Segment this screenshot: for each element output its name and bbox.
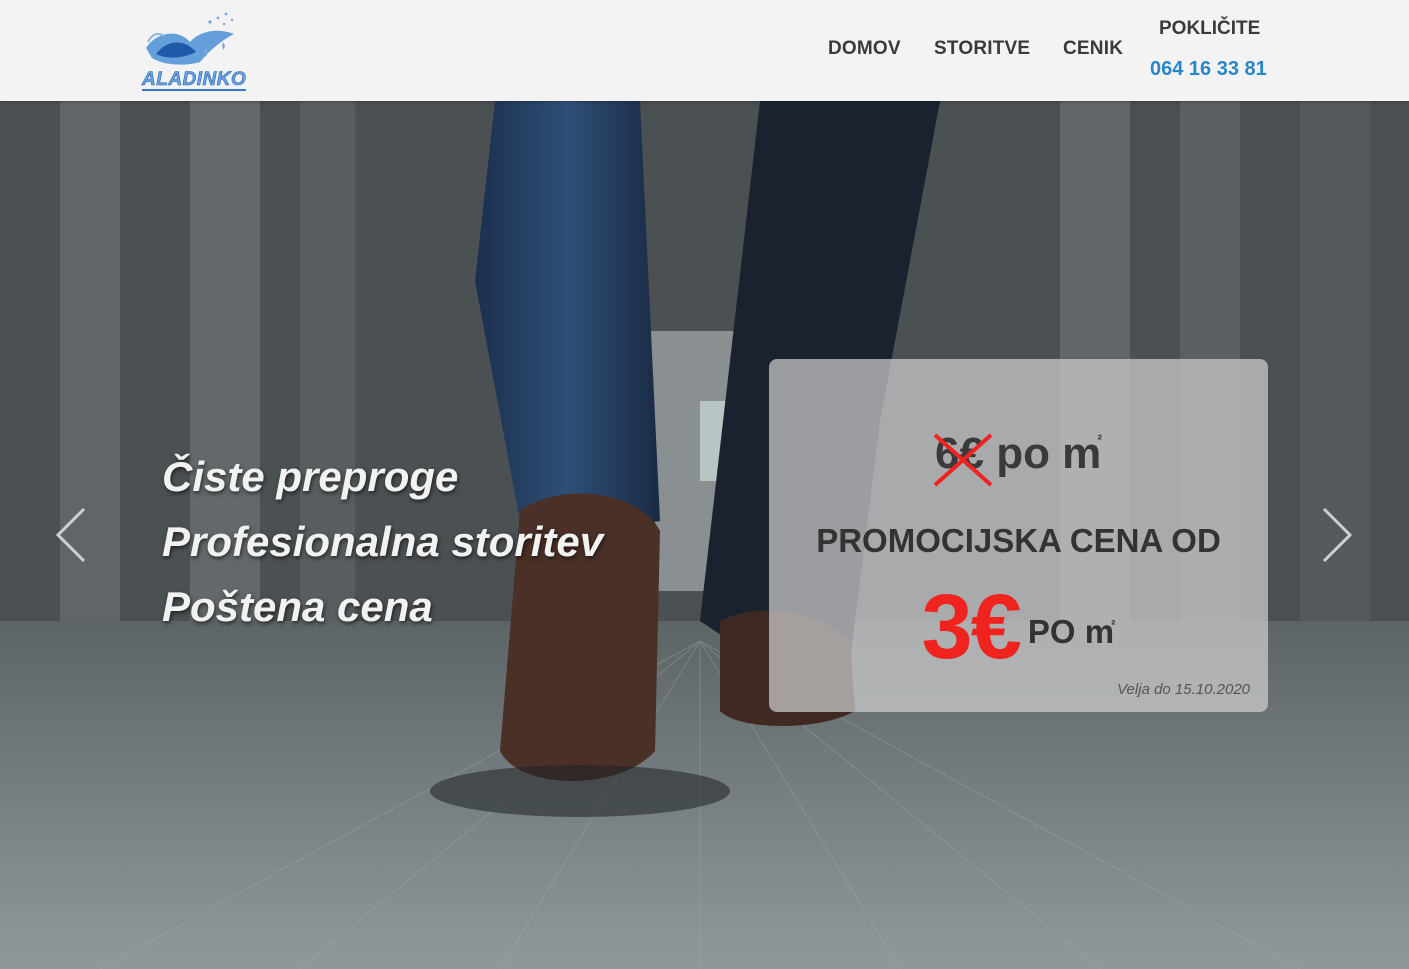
site-header: ALADINKO DOMOV STORITVE CENIK POKLIČITE …: [0, 0, 1409, 101]
prev-slide-button[interactable]: [50, 505, 90, 565]
tagline-2: Profesionalna storitev: [162, 518, 604, 565]
tagline-1: Čiste preproge: [162, 453, 459, 500]
logo[interactable]: ALADINKO: [138, 8, 247, 94]
promo-label: PROMOCIJSKA CENA OD: [816, 522, 1221, 559]
chevron-right-icon: [1322, 507, 1353, 563]
hero-slider: Čiste preproge Profesionalna storitev Po…: [0, 101, 1409, 969]
old-price-unit-sup: ²: [1097, 431, 1102, 447]
nav-item-cenik[interactable]: CENIK: [1063, 38, 1123, 60]
genie-lamp-logo-icon: [146, 12, 234, 65]
valid-until-text: Velja do 15.10.2020: [1117, 681, 1250, 698]
next-slide-button[interactable]: [1318, 505, 1358, 565]
new-price: 3€ PO m²: [769, 575, 1268, 680]
new-price-unit: PO m²: [1028, 613, 1116, 650]
hero-taglines: Čiste preproge Profesionalna storitev Po…: [162, 444, 603, 639]
new-price-value: 3€: [921, 576, 1022, 678]
call-label: POKLIČITE: [1159, 18, 1261, 39]
phone-link[interactable]: 064 16 33 81: [1150, 58, 1267, 81]
tagline-3: Poštena cena: [162, 583, 433, 630]
nav-item-domov[interactable]: DOMOV: [828, 38, 901, 60]
x-mark-icon: [933, 433, 993, 487]
old-price-value-wrap: 6€: [933, 429, 993, 487]
new-price-unit-text: PO m: [1027, 612, 1115, 650]
nav-item-storitve[interactable]: STORITVE: [934, 38, 1030, 60]
new-price-unit-sup: ²: [1111, 616, 1116, 632]
chevron-left-icon: [55, 507, 86, 563]
logo-text: ALADINKO: [142, 69, 247, 91]
old-price: 6€ po m²: [769, 429, 1268, 487]
old-price-unit: po m: [996, 429, 1102, 478]
promo-box: 6€ po m² PROMOCIJSKA CENA OD 3€ PO m² Vel…: [769, 359, 1268, 712]
